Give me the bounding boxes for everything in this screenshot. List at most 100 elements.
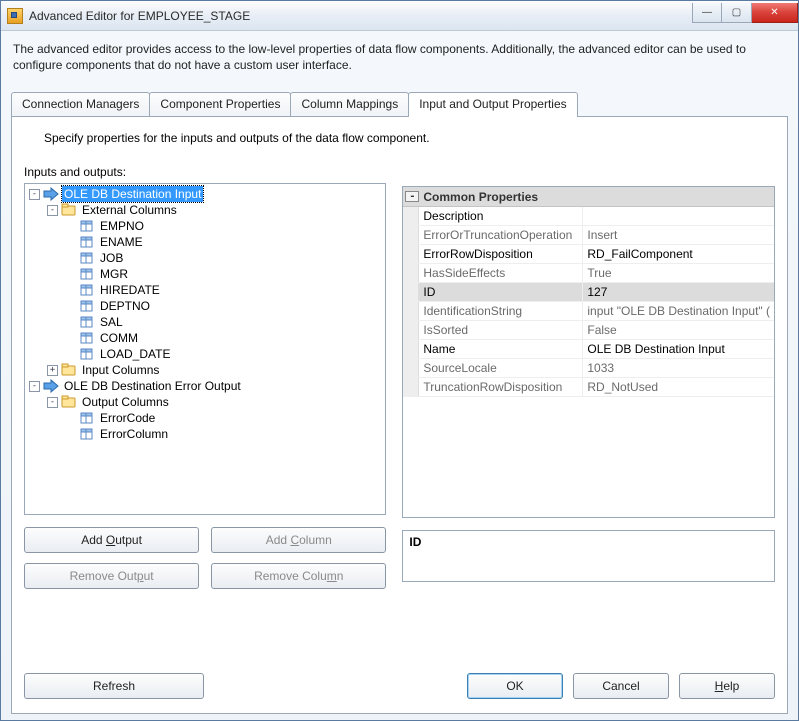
expand-icon[interactable]: +: [47, 365, 58, 376]
property-grid[interactable]: - Common Properties DescriptionErrorOrTr…: [402, 186, 775, 518]
property-name: TruncationRowDisposition: [419, 378, 583, 396]
property-row[interactable]: NameOLE DB Destination Input: [403, 340, 774, 359]
property-value[interactable]: RD_FailComponent: [583, 245, 774, 263]
add-output-button[interactable]: Add Output: [24, 527, 199, 553]
tree-node-error-output[interactable]: OLE DB Destination Error Output: [62, 378, 243, 394]
expand-icon[interactable]: -: [47, 397, 58, 408]
property-value[interactable]: OLE DB Destination Input: [583, 340, 774, 358]
property-row[interactable]: ErrorRowDispositionRD_FailComponent: [403, 245, 774, 264]
column-icon: [79, 235, 95, 249]
property-row[interactable]: ErrorOrTruncationOperationInsert: [403, 226, 774, 245]
property-gutter: [403, 283, 419, 301]
property-name: Name: [419, 340, 583, 358]
tree-node-column[interactable]: ENAME: [98, 234, 145, 250]
minimize-button[interactable]: —: [692, 3, 722, 23]
leaf-spacer: [65, 269, 76, 280]
leaf-spacer: [65, 413, 76, 424]
property-category[interactable]: - Common Properties: [403, 187, 774, 207]
tab-column-mappings[interactable]: Column Mappings: [290, 92, 409, 116]
column-icon: [79, 283, 95, 297]
tree-node-input[interactable]: OLE DB Destination Input: [62, 186, 203, 202]
column-icon: [79, 267, 95, 281]
leaf-spacer: [65, 333, 76, 344]
remove-column-button[interactable]: Remove Column: [211, 563, 386, 589]
tree-node-output-columns[interactable]: Output Columns: [80, 394, 171, 410]
tree-node-input-columns[interactable]: Input Columns: [80, 362, 161, 378]
tree-node-column[interactable]: COMM: [98, 330, 140, 346]
panel-instruction: Specify properties for the inputs and ou…: [44, 131, 775, 145]
property-gutter: [403, 378, 419, 396]
output-arrow-icon: [43, 379, 59, 393]
tab-input-output-properties[interactable]: Input and Output Properties: [408, 92, 577, 117]
tree-node-column[interactable]: JOB: [98, 250, 125, 266]
collapse-icon[interactable]: -: [405, 191, 419, 202]
tab-component-properties[interactable]: Component Properties: [149, 92, 291, 116]
tree-node-external-columns[interactable]: External Columns: [80, 202, 179, 218]
tree-node-column[interactable]: LOAD_DATE: [98, 346, 172, 362]
column-icon: [79, 299, 95, 313]
close-button[interactable]: ✕: [752, 3, 798, 23]
titlebar: Advanced Editor for EMPLOYEE_STAGE — ▢ ✕: [1, 1, 798, 31]
property-name: Description: [419, 207, 583, 225]
leaf-spacer: [65, 429, 76, 440]
property-row[interactable]: SourceLocale1033: [403, 359, 774, 378]
property-row[interactable]: IdentificationStringinput "OLE DB Destin…: [403, 302, 774, 321]
propgrid-spacer: [402, 165, 775, 182]
leaf-spacer: [65, 237, 76, 248]
folder-icon: [61, 363, 77, 377]
property-row[interactable]: ID127: [403, 283, 774, 302]
tree-node-column[interactable]: ErrorCode: [98, 410, 157, 426]
leaf-spacer: [65, 317, 76, 328]
column-icon: [79, 347, 95, 361]
property-value[interactable]: input "OLE DB Destination Input" (: [583, 302, 774, 320]
refresh-button[interactable]: Refresh: [24, 673, 204, 699]
expand-icon[interactable]: -: [29, 381, 40, 392]
property-row[interactable]: Description: [403, 207, 774, 226]
property-row[interactable]: TruncationRowDispositionRD_NotUsed: [403, 378, 774, 397]
window-buttons: — ▢ ✕: [692, 3, 798, 23]
property-value[interactable]: [583, 207, 774, 225]
column-icon: [79, 411, 95, 425]
column-icon: [79, 251, 95, 265]
property-gutter: [403, 207, 419, 225]
maximize-button[interactable]: ▢: [722, 3, 752, 23]
property-name: IsSorted: [419, 321, 583, 339]
tab-strip: Connection Managers Component Properties…: [11, 91, 788, 116]
expand-icon[interactable]: -: [29, 189, 40, 200]
cancel-button[interactable]: Cancel: [573, 673, 669, 699]
property-value[interactable]: True: [583, 264, 774, 282]
property-help-pane: ID: [402, 530, 775, 582]
add-column-button[interactable]: Add Column: [211, 527, 386, 553]
property-value[interactable]: RD_NotUsed: [583, 378, 774, 396]
property-row[interactable]: HasSideEffectsTrue: [403, 264, 774, 283]
property-gutter: [403, 302, 419, 320]
property-name: ID: [419, 283, 583, 301]
property-gutter: [403, 340, 419, 358]
expand-icon[interactable]: -: [47, 205, 58, 216]
tree-node-column[interactable]: MGR: [98, 266, 130, 282]
tree-node-column[interactable]: DEPTNO: [98, 298, 152, 314]
tree-node-column[interactable]: ErrorColumn: [98, 426, 170, 442]
property-help-title: ID: [409, 535, 768, 549]
leaf-spacer: [65, 253, 76, 264]
tree-node-column[interactable]: HIREDATE: [98, 282, 162, 298]
dialog-window: Advanced Editor for EMPLOYEE_STAGE — ▢ ✕…: [0, 0, 799, 721]
property-row[interactable]: IsSortedFalse: [403, 321, 774, 340]
tab-panel: Specify properties for the inputs and ou…: [11, 116, 788, 714]
property-value[interactable]: Insert: [583, 226, 774, 244]
column-icon: [79, 219, 95, 233]
property-value[interactable]: False: [583, 321, 774, 339]
tab-connection-managers[interactable]: Connection Managers: [11, 92, 150, 116]
tree-node-column[interactable]: EMPNO: [98, 218, 146, 234]
ok-button[interactable]: OK: [467, 673, 563, 699]
property-name: SourceLocale: [419, 359, 583, 377]
input-arrow-icon: [43, 187, 59, 201]
column-icon: [79, 331, 95, 345]
remove-output-button[interactable]: Remove Output: [24, 563, 199, 589]
property-value[interactable]: 1033: [583, 359, 774, 377]
help-button[interactable]: Help: [679, 673, 775, 699]
property-value[interactable]: 127: [583, 283, 774, 301]
tree-node-column[interactable]: SAL: [98, 314, 125, 330]
io-tree[interactable]: - OLE DB Destination Input: [24, 183, 386, 515]
leaf-spacer: [65, 221, 76, 232]
